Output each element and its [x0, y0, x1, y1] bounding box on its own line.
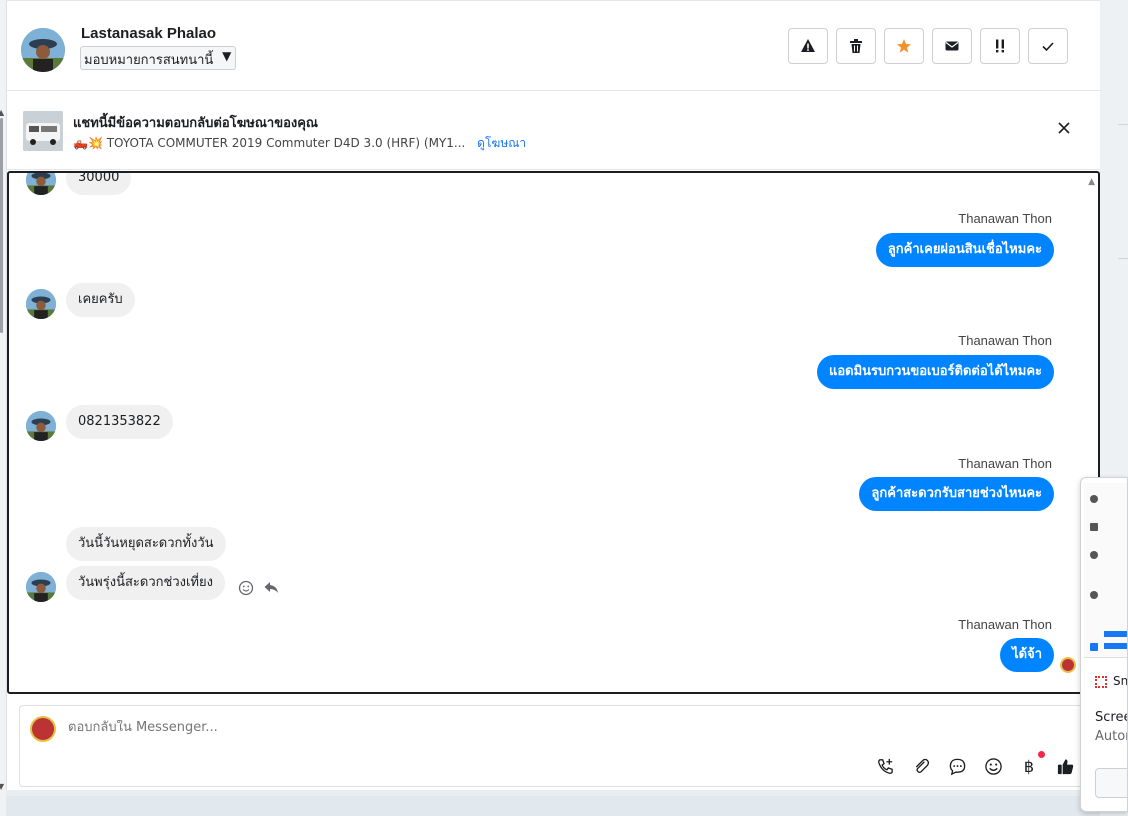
check-icon	[1042, 42, 1054, 52]
scrollbar-thumb[interactable]	[0, 118, 3, 333]
star-button[interactable]	[884, 28, 924, 64]
snip-label: Sn	[1113, 674, 1128, 688]
contact-avatar	[26, 289, 56, 319]
assign-label: มอบหมายการสนทนานี้	[84, 53, 214, 68]
follow-up-button[interactable]	[980, 28, 1020, 64]
emoji-icon	[984, 757, 1002, 775]
incoming-message[interactable]: วันนี้วันหยุดสะดวกทั้งวัน	[66, 527, 226, 561]
page-avatar	[30, 716, 56, 742]
sender-name: Thanawan Thon	[958, 211, 1052, 226]
chat-bubble-icon	[949, 758, 965, 775]
like-button[interactable]	[1054, 755, 1076, 777]
outgoing-message[interactable]: ลูกค้าเคยผ่อนสินเชื่อไหมคะ	[875, 233, 1054, 267]
view-ad-link[interactable]: ดูโฆษณา	[477, 136, 526, 150]
contact-name[interactable]: Lastanasak Phalao	[81, 25, 216, 42]
mark-unread-button[interactable]	[932, 28, 972, 64]
conversation-header: Lastanasak Phalao มอบหมายการสนทนานี้ ▼	[6, 0, 1100, 91]
trash-icon	[850, 39, 862, 53]
contact-avatar	[26, 173, 56, 195]
incoming-message[interactable]: เคยครับ	[66, 283, 135, 317]
contact-avatar	[26, 572, 56, 602]
ad-banner-title: แชทนี้มีข้อความตอบกลับต่อโฆษณาของคุณ	[73, 116, 318, 131]
preview-avatar	[1090, 523, 1098, 531]
preview-bubble	[1104, 631, 1127, 637]
footer-strip	[6, 796, 1100, 816]
reply-input[interactable]	[68, 720, 768, 735]
preview-avatar	[1090, 495, 1098, 503]
attach-button[interactable]	[910, 755, 932, 777]
incoming-message[interactable]: 0821353822	[66, 405, 173, 439]
emoji-button[interactable]	[982, 755, 1004, 777]
preview-bubble	[1104, 643, 1127, 649]
call-button[interactable]	[874, 755, 896, 777]
assign-conversation-dropdown[interactable]: มอบหมายการสนทนานี้ ▼	[80, 46, 237, 70]
incoming-message[interactable]: วันพรุ่งนี้สะดวกช่วงเที่ยง	[66, 566, 225, 600]
screenshot-popup[interactable]: Sn Scree Autor	[1080, 477, 1128, 812]
reply-icon[interactable]	[263, 579, 279, 595]
phone-plus-icon	[877, 758, 893, 774]
popup-action-button[interactable]	[1095, 768, 1127, 798]
snipping-tool-label: Sn	[1095, 674, 1128, 688]
exclamation-icon	[996, 39, 1004, 53]
popup-subtitle: Autor	[1095, 729, 1128, 744]
envelope-icon	[945, 41, 959, 51]
saved-replies-button[interactable]	[946, 755, 968, 777]
sender-name: Thanawan Thon	[958, 333, 1052, 348]
outgoing-message[interactable]: ได้จ้า	[1000, 638, 1054, 672]
paperclip-icon	[915, 758, 929, 773]
sender-name: Thanawan Thon	[958, 456, 1052, 471]
contact-avatar[interactable]	[21, 28, 65, 72]
emoji-react-icon[interactable]	[238, 580, 254, 596]
close-icon[interactable]	[1056, 120, 1072, 136]
preview-avatar	[1090, 591, 1098, 599]
warning-icon	[801, 39, 815, 52]
chevron-down-icon: ▼	[222, 49, 232, 63]
scroll-up-arrow-icon[interactable]: ▲	[1088, 177, 1095, 187]
divider	[1118, 124, 1128, 125]
scroll-down-arrow-icon[interactable]: ▼	[0, 782, 4, 791]
scroll-up-arrow-icon[interactable]: ▲	[0, 108, 4, 117]
ad-reply-banner: แชทนี้มีข้อความตอบกลับต่อโฆษณาของคุณ 🛻💥 …	[6, 92, 1100, 170]
sender-name: Thanawan Thon	[958, 617, 1052, 632]
snip-icon	[1095, 675, 1107, 688]
thumbs-up-icon	[1057, 758, 1073, 774]
baht-icon: ฿	[1023, 756, 1035, 776]
notification-dot	[1038, 751, 1045, 758]
delete-button[interactable]	[836, 28, 876, 64]
ad-name: 🛻💥 TOYOTA COMMUTER 2019 Commuter D4D 3.0…	[73, 136, 466, 150]
outgoing-message[interactable]: แอดมินรบกวนขอเบอร์ติดต่อได้ไหมคะ	[816, 355, 1054, 389]
screenshot-preview[interactable]	[1084, 483, 1127, 658]
report-spam-button[interactable]	[788, 28, 828, 64]
preview-avatar	[1090, 643, 1098, 651]
payment-button[interactable]: ฿	[1018, 755, 1040, 777]
divider	[1118, 258, 1128, 259]
outgoing-message[interactable]: ลูกค้าสะดวกรับสายช่วงไหนคะ	[859, 477, 1054, 511]
ad-banner-subtitle: 🛻💥 TOYOTA COMMUTER 2019 Commuter D4D 3.0…	[73, 134, 526, 153]
popup-title: Scree	[1095, 710, 1128, 725]
star-icon	[897, 39, 911, 53]
message-composer: ฿	[19, 705, 1094, 787]
preview-avatar	[1090, 551, 1098, 559]
incoming-message[interactable]: 30000	[66, 173, 132, 195]
mark-done-button[interactable]	[1028, 28, 1068, 64]
seen-avatar	[1060, 657, 1076, 673]
contact-avatar	[26, 411, 56, 441]
message-thread[interactable]: ▲ 30000 Thanawan Thon ลูกค้าเคยผ่อนสินเช…	[7, 171, 1100, 694]
ad-thumbnail[interactable]	[23, 111, 63, 151]
